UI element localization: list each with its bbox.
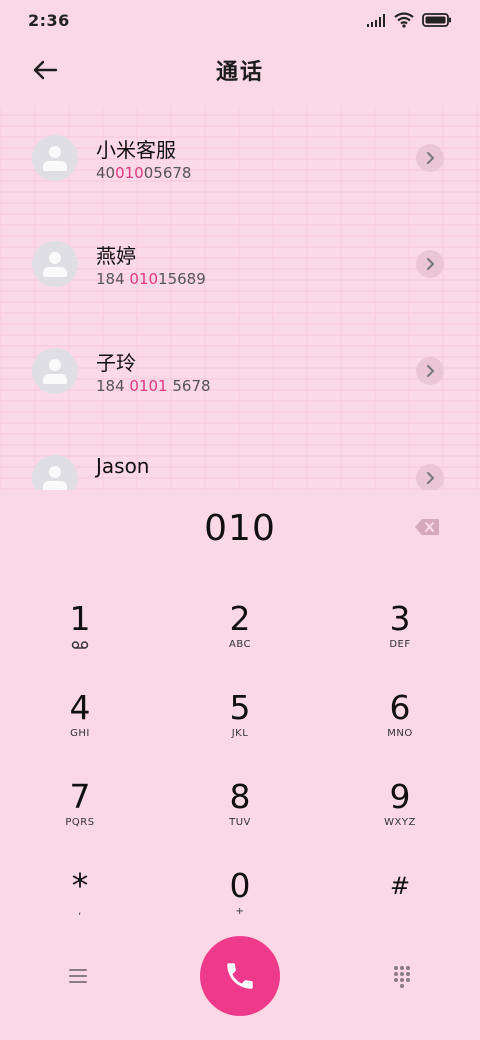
menu-icon bbox=[69, 969, 87, 983]
key-digit: 1 bbox=[69, 599, 91, 638]
contact-row-xiaomi-service[interactable]: 小米客服 4001005678 bbox=[0, 106, 480, 212]
contact-row-yanting[interactable]: 燕婷 184 01015689 bbox=[0, 212, 480, 318]
wifi-icon bbox=[394, 12, 414, 28]
call-button[interactable] bbox=[200, 936, 280, 1016]
key-digit: 4 bbox=[69, 688, 91, 727]
key-letters: DEF bbox=[389, 639, 411, 650]
dialpad-icon bbox=[394, 966, 410, 988]
contact-name: 燕婷 bbox=[96, 244, 136, 268]
contact-number: 184 0101 5678 bbox=[96, 377, 211, 395]
contact-name: 子玲 bbox=[96, 351, 136, 375]
status-time: 2:36 bbox=[28, 10, 70, 30]
contact-name: Jason bbox=[96, 454, 150, 478]
key-letters: GHI bbox=[70, 728, 90, 739]
key-8[interactable]: 8 TUV bbox=[180, 778, 300, 858]
key-2[interactable]: 2 ABC bbox=[180, 600, 300, 680]
battery-icon bbox=[422, 13, 451, 27]
key-3[interactable]: 3 DEF bbox=[340, 600, 460, 680]
key-letters: PQRS bbox=[65, 817, 95, 828]
menu-button[interactable] bbox=[66, 966, 90, 986]
avatar bbox=[32, 241, 78, 287]
key-4[interactable]: 4 GHI bbox=[20, 689, 140, 769]
key-1[interactable]: 1 bbox=[20, 600, 140, 680]
chevron-right-icon bbox=[427, 258, 434, 270]
key-letters: , bbox=[78, 906, 82, 917]
number-segment: 40 bbox=[96, 164, 116, 182]
key-letters: TUV bbox=[229, 817, 251, 828]
key-letters: ABC bbox=[228, 639, 251, 650]
contact-detail-button[interactable] bbox=[416, 144, 444, 172]
key-6[interactable]: 6 MNO bbox=[340, 689, 460, 769]
number-segment: 5678 bbox=[167, 377, 211, 395]
number-segment: 05678 bbox=[143, 164, 192, 182]
contact-row-jason[interactable]: Jason bbox=[0, 426, 480, 490]
contact-detail-button[interactable] bbox=[416, 464, 444, 490]
key-digit: 3 bbox=[389, 599, 411, 638]
bottom-bar bbox=[0, 934, 480, 1018]
dialed-number: 010 bbox=[204, 507, 276, 549]
avatar bbox=[32, 348, 78, 394]
contact-number: 184 01015689 bbox=[96, 270, 206, 288]
avatar bbox=[32, 455, 78, 490]
key-letters: WXYZ bbox=[384, 817, 416, 828]
back-arrow-icon bbox=[33, 60, 58, 80]
key-digit: 7 bbox=[69, 777, 91, 816]
voicemail-icon bbox=[71, 641, 89, 649]
chevron-right-icon bbox=[427, 472, 434, 484]
number-segment: 184 bbox=[96, 377, 130, 395]
status-icons bbox=[366, 12, 452, 28]
header: 通话 bbox=[0, 44, 480, 96]
key-digit: 5 bbox=[229, 688, 251, 727]
search-results-list[interactable]: 小米客服 4001005678 燕婷 184 01015689 子玲 184 0… bbox=[0, 106, 480, 490]
key-letters: JKL bbox=[231, 728, 249, 739]
contact-number: 4001005678 bbox=[96, 164, 191, 182]
page-title: 通话 bbox=[215, 60, 264, 85]
signal-icon bbox=[367, 14, 385, 27]
number-segment: 15689 bbox=[158, 270, 206, 288]
key-digit: 0 bbox=[229, 866, 251, 905]
key-digit: 6 bbox=[389, 688, 411, 727]
phone-icon bbox=[227, 963, 253, 989]
key-letters: MNO bbox=[387, 728, 413, 739]
chevron-right-icon bbox=[427, 365, 434, 377]
number-match-highlight: 0101 bbox=[129, 377, 168, 395]
contact-detail-button[interactable] bbox=[416, 357, 444, 385]
backspace-button[interactable] bbox=[414, 518, 440, 536]
number-match-highlight: 010 bbox=[115, 164, 144, 182]
contact-row-ziling[interactable]: 子玲 184 0101 5678 bbox=[0, 319, 480, 425]
key-digit: # bbox=[389, 872, 411, 900]
key-5[interactable]: 5 JKL bbox=[180, 689, 300, 769]
chevron-right-icon bbox=[427, 152, 434, 164]
status-bar: 2:36 bbox=[0, 0, 480, 40]
back-button[interactable] bbox=[28, 56, 62, 84]
key-letters: + bbox=[235, 906, 245, 917]
key-digit: 9 bbox=[389, 777, 411, 816]
backspace-icon bbox=[415, 519, 439, 535]
key-9[interactable]: 9 WXYZ bbox=[340, 778, 460, 858]
dialpad-toggle-button[interactable] bbox=[390, 964, 414, 988]
number-match-highlight: 010 bbox=[129, 270, 159, 288]
key-digit: 2 bbox=[229, 599, 251, 638]
key-7[interactable]: 7 PQRS bbox=[20, 778, 140, 858]
number-segment: 184 bbox=[96, 270, 130, 288]
dialed-number-display: 010 bbox=[0, 496, 480, 560]
contact-detail-button[interactable] bbox=[416, 250, 444, 278]
contact-name: 小米客服 bbox=[96, 138, 176, 162]
key-digit: * bbox=[71, 866, 89, 905]
key-digit: 8 bbox=[229, 777, 251, 816]
avatar bbox=[32, 135, 78, 181]
